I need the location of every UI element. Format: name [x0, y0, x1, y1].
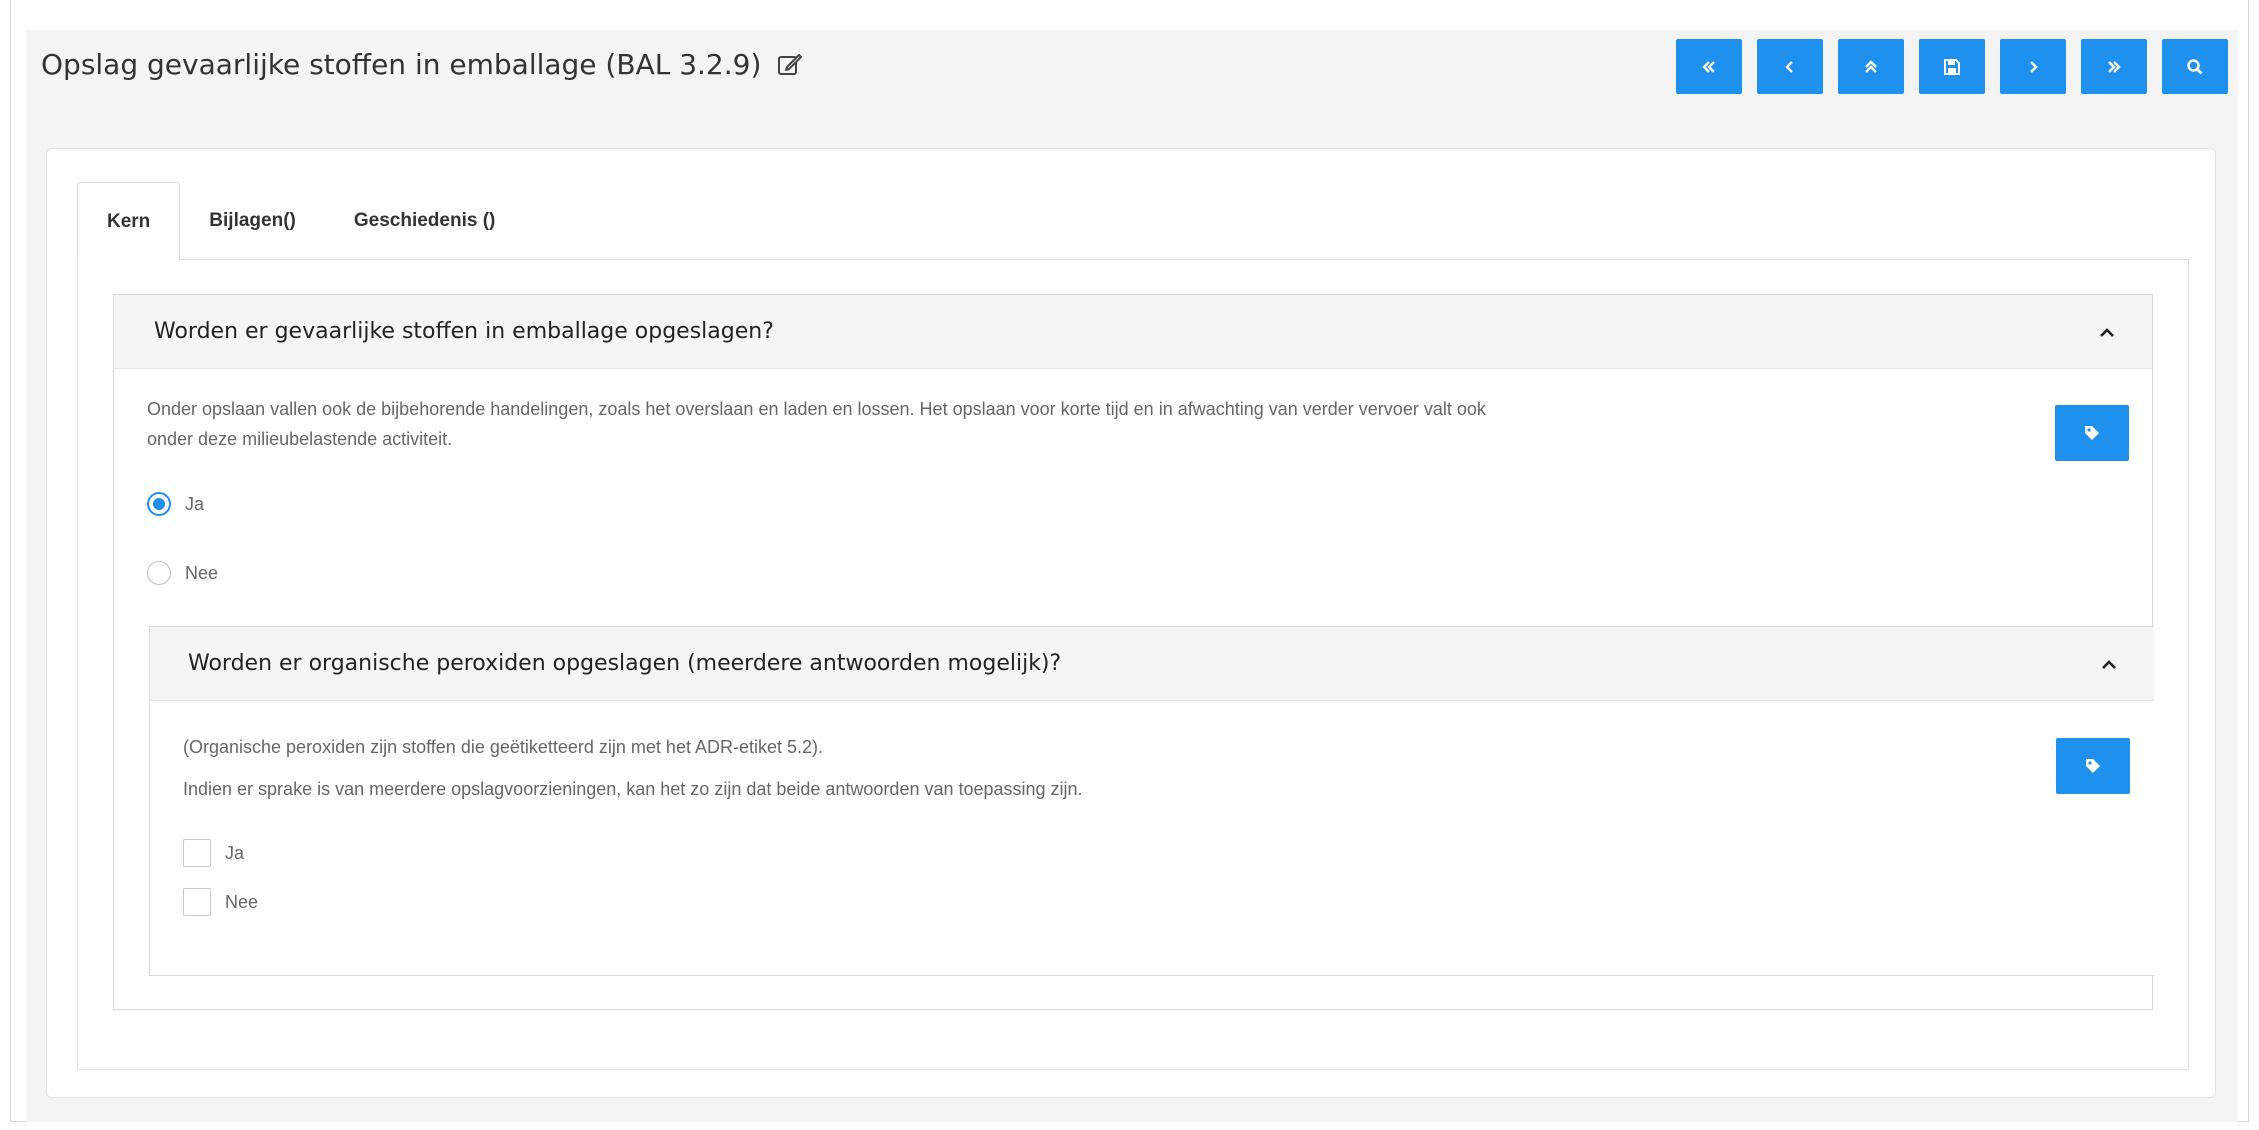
previous-button[interactable]: [1757, 39, 1823, 94]
search-button[interactable]: [2162, 39, 2228, 94]
tab-content: Worden er gevaarlijke stoffen in emballa…: [77, 260, 2189, 1070]
content-card: Kern Bijlagen() Geschiedenis () Worden e…: [46, 148, 2216, 1098]
search-icon: [2187, 58, 2203, 74]
checkbox[interactable]: [183, 888, 211, 916]
question-panel-emballage: Worden er gevaarlijke stoffen in emballa…: [113, 294, 2154, 1010]
question-title: Worden er gevaarlijke stoffen in emballa…: [154, 319, 774, 344]
question-panel-peroxiden: Worden er organische peroxiden opgeslage…: [149, 626, 2154, 976]
tab-kern[interactable]: Kern: [77, 182, 181, 261]
navigation-toolbar: [1676, 39, 2228, 94]
page: Opslag gevaarlijke stoffen in emballage …: [26, 30, 2238, 1122]
save-icon: [1944, 58, 1960, 75]
question-title: Worden er organische peroxiden opgeslage…: [188, 651, 1062, 676]
radio-option-ja[interactable]: Ja: [147, 492, 204, 516]
tab-bar: Kern Bijlagen() Geschiedenis (): [77, 182, 2189, 261]
radio-label: Nee: [185, 562, 219, 583]
double-chevron-left-icon: [1702, 60, 1715, 73]
chevron-left-icon: [1785, 60, 1793, 73]
question-description: (Organische peroxiden zijn stoffen die g…: [183, 737, 1083, 799]
tag-icon: [2085, 426, 2099, 440]
tag-button[interactable]: [2055, 405, 2129, 461]
tag-icon: [2086, 759, 2100, 773]
checkbox[interactable]: [183, 839, 211, 867]
checkbox-option-ja[interactable]: Ja: [183, 839, 244, 867]
question-header[interactable]: Worden er gevaarlijke stoffen in emballa…: [114, 295, 2152, 369]
question-description: Onder opslaan vallen ook de bijbehorende…: [147, 399, 1486, 449]
page-header: Opslag gevaarlijke stoffen in emballage …: [41, 44, 805, 84]
edit-icon[interactable]: [775, 49, 805, 79]
radio-option-nee[interactable]: Nee: [147, 561, 218, 585]
checkbox-label: Nee: [225, 891, 259, 912]
chevron-right-icon: [2030, 60, 2038, 73]
double-chevron-up-icon: [1865, 59, 1877, 73]
radio-button[interactable]: [147, 492, 171, 516]
tab-bijlagen[interactable]: Bijlagen(): [180, 182, 325, 260]
radio-label: Ja: [185, 493, 205, 514]
save-button[interactable]: [1919, 39, 1985, 94]
chevron-up-icon[interactable]: [2099, 657, 2119, 671]
tag-button[interactable]: [2056, 738, 2130, 794]
chevron-up-icon[interactable]: [2097, 325, 2117, 339]
radio-button[interactable]: [147, 561, 171, 585]
first-button[interactable]: [1676, 39, 1742, 94]
next-button[interactable]: [2000, 39, 2066, 94]
up-button[interactable]: [1838, 39, 1904, 94]
tab-geschiedenis[interactable]: Geschiedenis (): [325, 182, 525, 260]
double-chevron-right-icon: [2108, 60, 2121, 73]
page-title: Opslag gevaarlijke stoffen in emballage …: [41, 47, 762, 81]
checkbox-label: Ja: [225, 842, 245, 863]
last-button[interactable]: [2081, 39, 2147, 94]
checkbox-option-nee[interactable]: Nee: [183, 888, 258, 916]
question-header[interactable]: Worden er organische peroxiden opgeslage…: [150, 627, 2154, 701]
